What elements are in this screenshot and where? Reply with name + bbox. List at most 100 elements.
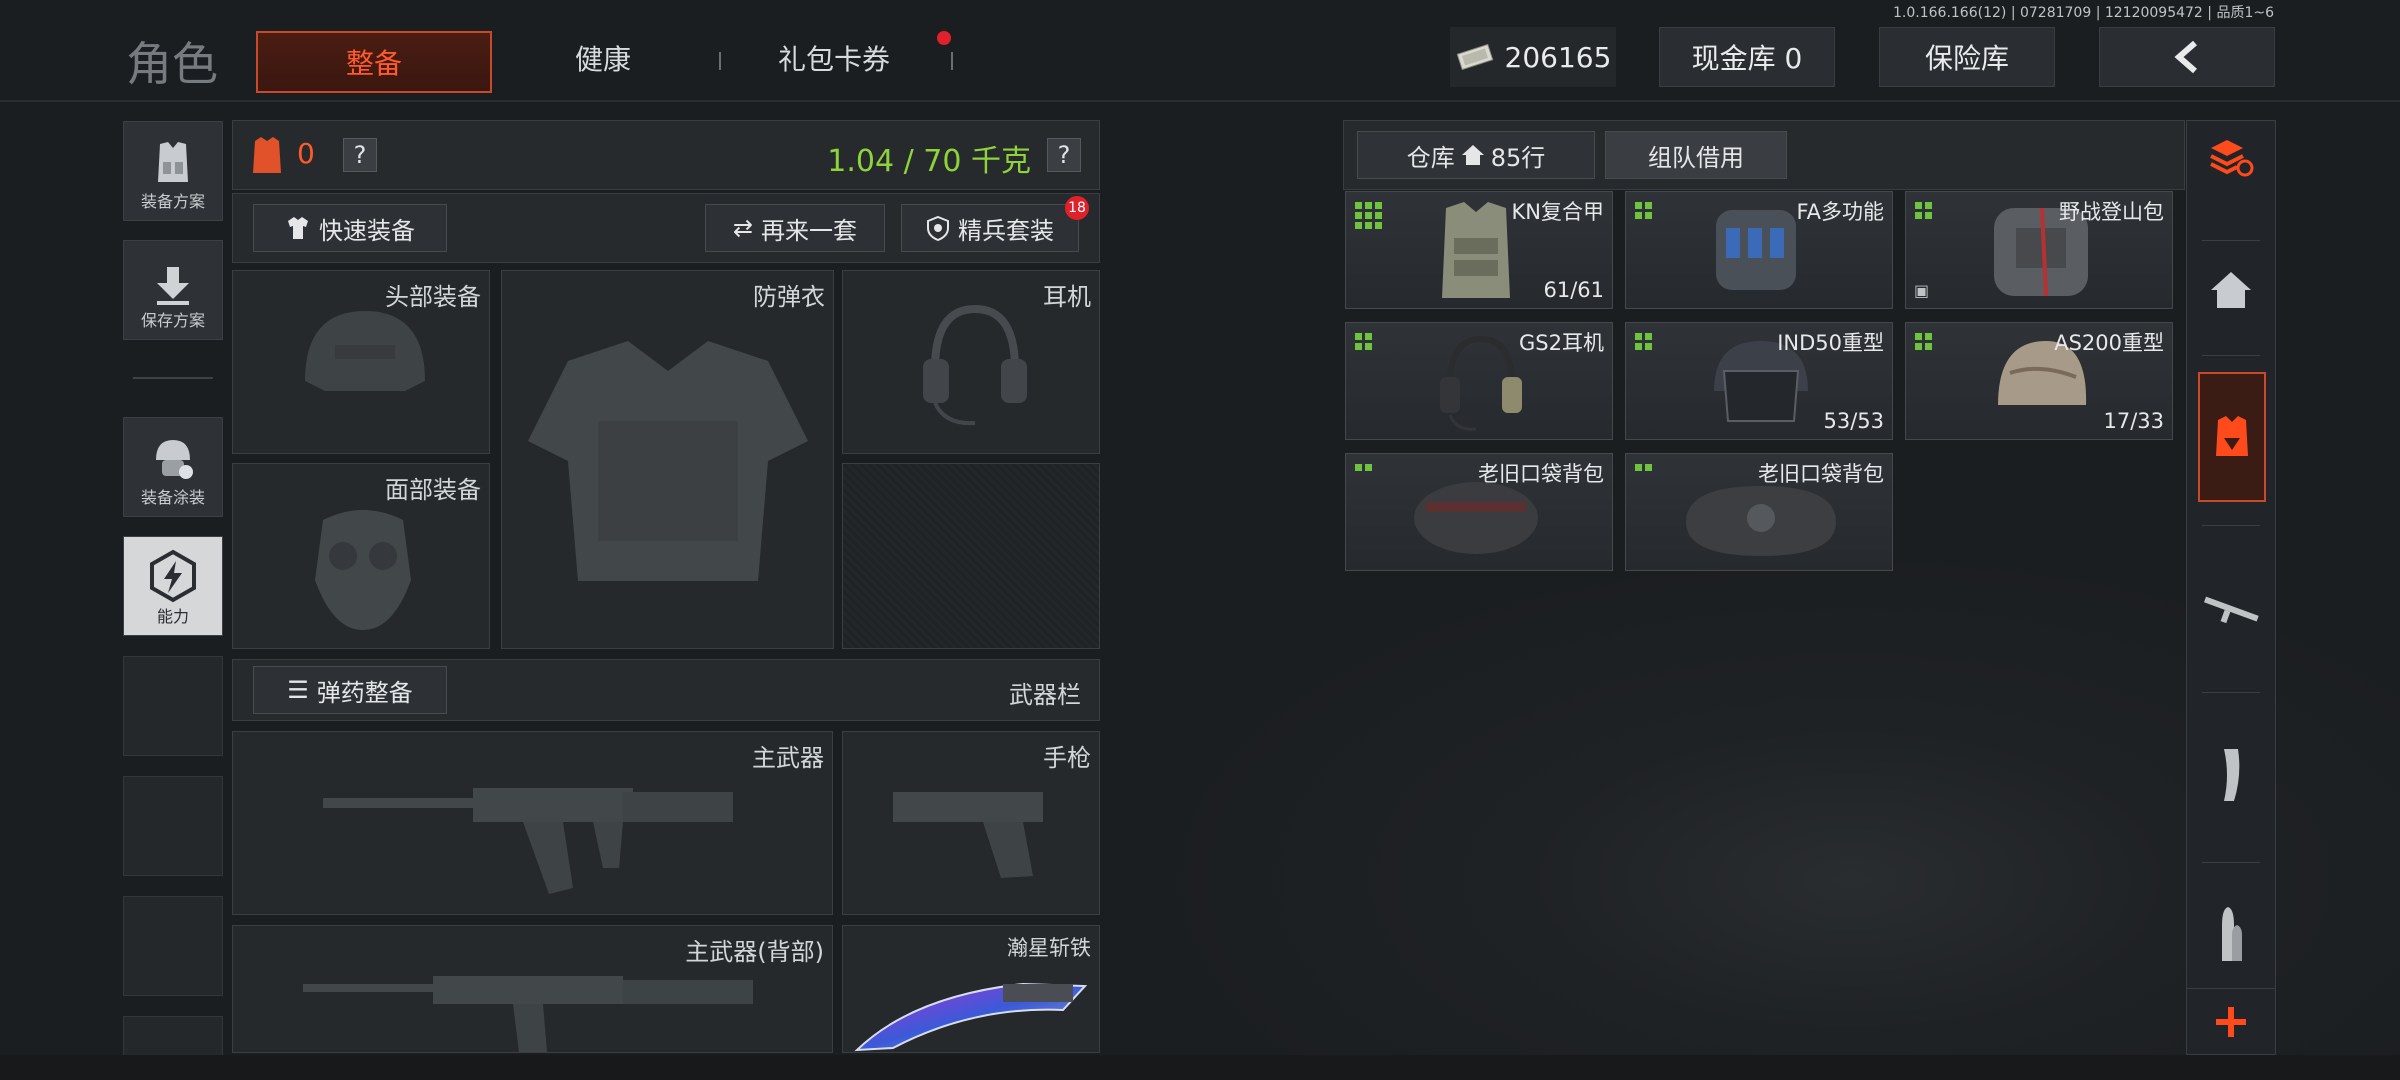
add-category-button[interactable] bbox=[2186, 988, 2276, 1055]
item-name: IND50重型 bbox=[1777, 331, 1884, 355]
bullet-icon bbox=[2222, 907, 2242, 961]
storage-item[interactable]: KN复合甲 61/61 bbox=[1345, 191, 1613, 309]
empty-sidebar-slot bbox=[123, 1016, 223, 1056]
sidebar-divider bbox=[2202, 692, 2260, 693]
sidebar-label: 能力 bbox=[156, 607, 189, 626]
refresh-icon: ⇄ bbox=[732, 214, 754, 242]
category-magazine-button[interactable] bbox=[2196, 710, 2266, 840]
storage-item[interactable]: 老旧口袋背包 bbox=[1345, 453, 1613, 571]
rifle-icon bbox=[2204, 596, 2259, 624]
quick-equip-label: 快速装备 bbox=[319, 216, 415, 245]
save-plan-button[interactable]: 保存方案 bbox=[123, 240, 223, 340]
slot-label: 防弹衣 bbox=[753, 283, 825, 311]
knife-icon bbox=[854, 982, 1088, 1052]
chevron-left-icon bbox=[2174, 40, 2197, 74]
redo-set-button[interactable]: ⇄ 再来一套 bbox=[705, 204, 885, 252]
head-gear-slot[interactable]: 头部装备 bbox=[232, 270, 490, 454]
currency-value: 206165 bbox=[1504, 40, 1612, 74]
size-grid-icon bbox=[1915, 202, 1932, 219]
help-button[interactable]: ? bbox=[343, 138, 377, 172]
assault-rifle-icon bbox=[323, 788, 733, 894]
headset-icon bbox=[1440, 335, 1522, 431]
box-icon: ▣ bbox=[1914, 281, 1930, 300]
equipment-skin-button[interactable]: 装备涂装 bbox=[123, 417, 223, 517]
loadout-status-bar: 0 ? 1.04 / 70 千克 ? bbox=[232, 120, 1100, 190]
sidebar-divider bbox=[2202, 862, 2260, 863]
tab-loadout[interactable]: 整备 bbox=[256, 31, 492, 93]
lightning-hex-icon bbox=[150, 549, 196, 603]
primary-weapon-slot[interactable]: 主武器 bbox=[232, 731, 833, 915]
banknote-icon bbox=[1456, 43, 1493, 71]
empty-sidebar-slot bbox=[123, 776, 223, 876]
body-armor-icon bbox=[528, 341, 808, 581]
item-name: 老旧口袋背包 bbox=[1758, 462, 1884, 486]
tab-warehouse[interactable]: 仓库 85行 bbox=[1357, 131, 1595, 179]
vault-button[interactable]: 保险库 bbox=[1879, 27, 2055, 87]
rig-icon bbox=[1716, 210, 1796, 290]
back-button[interactable] bbox=[2099, 27, 2275, 87]
storage-item[interactable]: IND50重型 53/53 bbox=[1625, 322, 1893, 440]
bottom-bar bbox=[0, 1055, 2400, 1080]
size-grid-icon bbox=[1355, 333, 1372, 350]
storage-item[interactable]: GS2耳机 bbox=[1345, 322, 1613, 440]
armor-count: 0 bbox=[297, 137, 315, 170]
weight-value: 1.04 / 70 bbox=[827, 144, 962, 179]
currency-display: 206165 bbox=[1450, 27, 1616, 87]
gas-mask-icon bbox=[315, 510, 411, 630]
item-name: 野战登山包 bbox=[2059, 200, 2164, 224]
storage-item[interactable]: FA多功能 bbox=[1625, 191, 1893, 309]
pistol-slot[interactable]: 手枪 bbox=[842, 731, 1100, 915]
shield-icon bbox=[927, 215, 949, 241]
storage-item[interactable]: AS200重型 17/33 bbox=[1905, 322, 2173, 440]
empty-sidebar-slot bbox=[123, 656, 223, 756]
tab-team-borrow[interactable]: 组队借用 bbox=[1605, 131, 1787, 179]
storage-item[interactable]: ▣ 野战登山包 bbox=[1905, 191, 2173, 309]
item-name: GS2耳机 bbox=[1519, 331, 1604, 355]
category-all-button[interactable] bbox=[2196, 120, 2266, 196]
tab-health[interactable]: 健康 bbox=[575, 38, 631, 78]
empty-sidebar-slot bbox=[123, 896, 223, 996]
ammo-icon: ☰ bbox=[287, 676, 309, 704]
size-grid-icon bbox=[1915, 333, 1932, 350]
slot-label: 瀚星斩铁 bbox=[1007, 936, 1091, 960]
ability-button[interactable]: 能力 bbox=[123, 536, 223, 636]
ammo-loadout-button[interactable]: ☰ 弹药整备 bbox=[253, 666, 447, 714]
vest-icon bbox=[158, 142, 188, 182]
weapon-bar: ☰ 弹药整备 武器栏 bbox=[232, 659, 1100, 721]
item-count: 61/61 bbox=[1543, 278, 1604, 302]
item-count: 17/33 bbox=[2103, 409, 2164, 433]
page-title: 角色 bbox=[126, 37, 218, 91]
slot-label: 耳机 bbox=[1043, 283, 1091, 311]
warehouse-label: 仓库 bbox=[1406, 143, 1455, 172]
weight-display: 1.04 / 70 千克 bbox=[827, 136, 1031, 180]
category-home-button[interactable] bbox=[2196, 240, 2266, 340]
elite-set-button[interactable]: 精兵套装 bbox=[901, 204, 1079, 252]
category-ammo-button[interactable] bbox=[2196, 880, 2266, 990]
tab-gift-cards[interactable]: 礼包卡券 bbox=[778, 38, 890, 78]
ammo-loadout-label: 弹药整备 bbox=[316, 678, 413, 707]
category-gear-button[interactable] bbox=[2198, 372, 2266, 502]
download-icon bbox=[157, 267, 189, 305]
body-armor-slot[interactable]: 防弹衣 bbox=[501, 270, 834, 649]
weight-help-button[interactable]: ? bbox=[1047, 138, 1081, 172]
storage-item[interactable]: 老旧口袋背包 bbox=[1625, 453, 1893, 571]
loadout-plan-button[interactable]: 装备方案 bbox=[123, 121, 223, 221]
sidebar-divider bbox=[2202, 355, 2260, 356]
elite-set-badge: 18 bbox=[1065, 196, 1089, 220]
warehouse-rows: 85行 bbox=[1490, 143, 1546, 172]
category-rifle-button[interactable] bbox=[2196, 545, 2266, 675]
headset-slot[interactable]: 耳机 bbox=[842, 270, 1100, 454]
back-weapon-slot[interactable]: 主武器(背部) bbox=[232, 925, 833, 1053]
header-divider bbox=[0, 100, 2400, 102]
shirt-icon bbox=[288, 217, 308, 239]
melee-slot[interactable]: 瀚星斩铁 bbox=[842, 925, 1100, 1053]
empty-gear-slot[interactable] bbox=[842, 463, 1100, 649]
magazine-icon bbox=[2224, 749, 2240, 801]
quick-equip-button[interactable]: 快速装备 bbox=[253, 204, 447, 252]
plus-icon bbox=[2216, 1006, 2246, 1037]
item-count: 53/53 bbox=[1823, 409, 1884, 433]
cash-storage-button[interactable]: 现金库 0 bbox=[1659, 27, 1835, 87]
face-gear-slot[interactable]: 面部装备 bbox=[232, 463, 490, 649]
rifle-back-icon bbox=[303, 976, 753, 1052]
size-grid-icon bbox=[1635, 333, 1652, 350]
